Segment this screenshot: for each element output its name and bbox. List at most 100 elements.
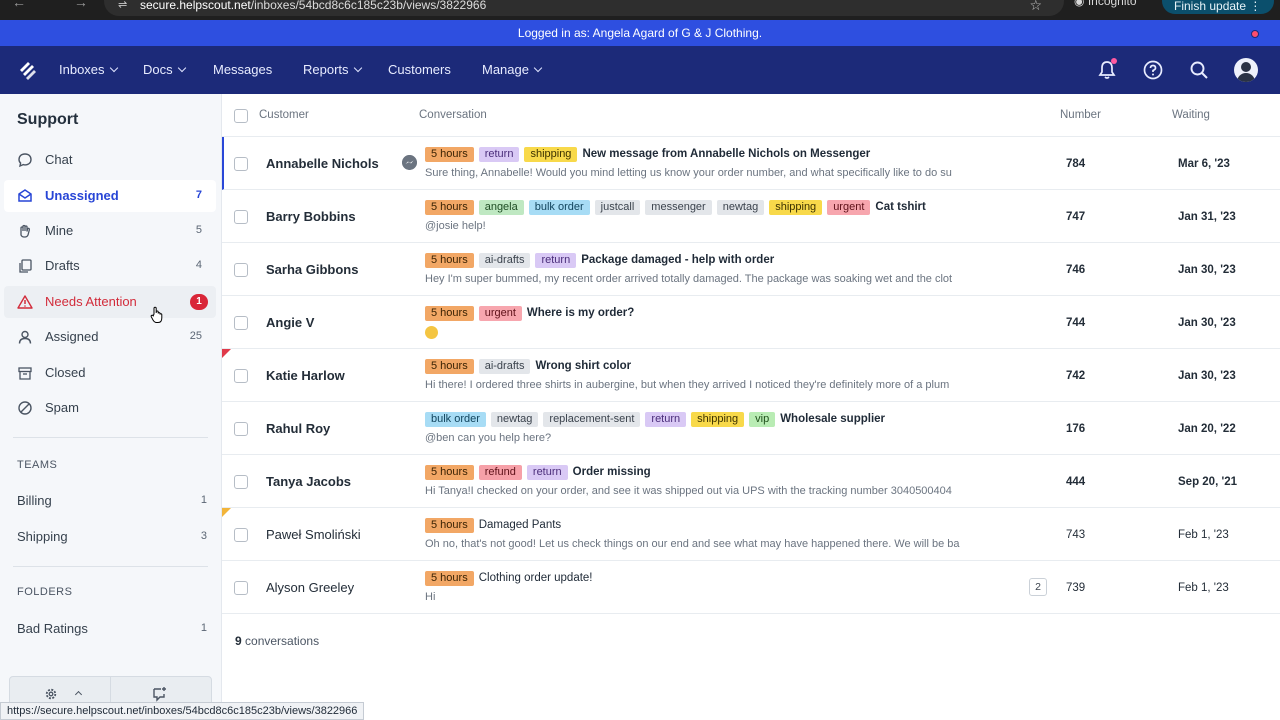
finish-update-button[interactable]: Finish update ⋮: [1162, 0, 1274, 14]
tag-angela[interactable]: angela: [478, 200, 524, 215]
tag-vip[interactable]: vip: [749, 412, 776, 427]
table-row[interactable]: Sarha Gibbons 5 hours ai-drafts return Pack…: [222, 243, 1280, 296]
customer-name: Annabelle Nichols: [266, 156, 379, 171]
nav-inboxes-label: Inboxes: [59, 62, 105, 77]
tag-shipping[interactable]: shipping: [769, 200, 823, 215]
time-tag: 5 hours: [425, 306, 474, 321]
customer-name: Angie V: [266, 315, 315, 330]
sidebar-item-spam[interactable]: Spam: [4, 392, 216, 424]
nav-inboxes[interactable]: Inboxes: [59, 62, 118, 77]
user-avatar[interactable]: [1234, 58, 1258, 82]
customer-name: Tanya Jacobs: [266, 474, 352, 489]
nav-reports[interactable]: Reports: [303, 62, 362, 77]
row-checkbox[interactable]: [234, 475, 248, 489]
messenger-icon: [402, 155, 417, 170]
tag-replacement-sent[interactable]: replacement-sent: [543, 412, 641, 427]
tag-newtag[interactable]: newtag: [716, 200, 765, 215]
tag-bulk-order[interactable]: bulk order: [425, 412, 486, 427]
hand-cursor-icon: [150, 306, 163, 323]
sidebar-item-drafts[interactable]: Drafts 4: [4, 250, 216, 282]
help-icon[interactable]: [1142, 59, 1164, 81]
tag-justcall[interactable]: justcall: [594, 200, 641, 215]
sidebar-item-label: Assigned: [45, 329, 99, 344]
row-checkbox[interactable]: [234, 316, 248, 330]
tag-line: 5 hours ai-drafts Wrong shirt color: [425, 359, 631, 375]
gear-icon[interactable]: [44, 687, 58, 701]
tag-urgent[interactable]: urgent: [478, 306, 522, 321]
column-customer[interactable]: Customer: [259, 109, 309, 121]
table-row[interactable]: Alyson Greeley 5 hours Clothing order upd…: [222, 561, 1280, 614]
select-all-checkbox[interactable]: [234, 109, 248, 123]
nav-docs[interactable]: Docs: [143, 62, 186, 77]
sidebar-item-unassigned[interactable]: Unassigned 7: [4, 180, 216, 212]
sidebar-item-billing[interactable]: Billing 1: [17, 493, 207, 513]
sidebar-item-count: 1: [200, 494, 207, 506]
row-checkbox[interactable]: [234, 263, 248, 277]
sidebar-item-assigned[interactable]: Assigned 25: [4, 321, 216, 353]
new-chat-icon[interactable]: [151, 686, 167, 702]
sidebar-item-closed[interactable]: Closed: [4, 357, 216, 389]
tag-shipping[interactable]: shipping: [691, 412, 745, 427]
tag-return[interactable]: return: [478, 147, 520, 162]
status-bar-url: https://secure.helpscout.net/inboxes/54b…: [0, 702, 365, 720]
tag-return[interactable]: return: [526, 465, 568, 480]
helpscout-logo-icon[interactable]: [18, 60, 38, 80]
table-row[interactable]: Angie V 5 hours urgent Where is my order? …: [222, 296, 1280, 349]
column-waiting[interactable]: Waiting: [1172, 109, 1210, 121]
row-checkbox[interactable]: [234, 157, 248, 171]
mailbox-title[interactable]: Support: [17, 111, 78, 129]
table-row[interactable]: Tanya Jacobs 5 hours refund return Order mi…: [222, 455, 1280, 508]
tag-bulk-order[interactable]: bulk order: [528, 200, 590, 215]
incognito-indicator: ◉ Incognito: [1074, 0, 1137, 8]
customer-name: Barry Bobbins: [266, 209, 356, 224]
waiting-date: Jan 30, '23: [1178, 264, 1236, 276]
alert-count-badge: 1: [190, 294, 208, 310]
tag-newtag[interactable]: newtag: [490, 412, 539, 427]
sidebar-item-chat[interactable]: Chat: [4, 144, 216, 176]
sidebar-item-bad-ratings[interactable]: Bad Ratings 1: [17, 621, 207, 641]
row-checkbox[interactable]: [234, 369, 248, 383]
sidebar-item-shipping[interactable]: Shipping 3: [17, 529, 207, 549]
tag-line: 5 hours angela bulk order justcall messenger…: [425, 200, 926, 216]
tag-shipping[interactable]: shipping: [524, 147, 578, 162]
column-number[interactable]: Number: [1060, 109, 1101, 121]
person-icon: [18, 330, 32, 344]
row-checkbox[interactable]: [234, 581, 248, 595]
row-checkbox[interactable]: [234, 422, 248, 436]
folders-heading: FOLDERS: [17, 586, 73, 598]
row-checkbox[interactable]: [234, 210, 248, 224]
tag-ai-drafts[interactable]: ai-drafts: [478, 253, 531, 268]
url-path: /inboxes/54bcd8c6c185c23b/views/3822966: [250, 0, 487, 12]
waiting-date: Feb 1, '23: [1178, 582, 1229, 594]
site-info-icon[interactable]: ⇌: [118, 0, 127, 11]
conversation-preview: Hi there! I ordered three shirts in aube…: [425, 379, 950, 391]
sidebar-item-count: 25: [189, 330, 202, 342]
address-bar[interactable]: ⇌ secure.helpscout.net/inboxes/54bcd8c6c…: [104, 0, 1064, 16]
table-row[interactable]: Katie Harlow 5 hours ai-drafts Wrong shirt…: [222, 349, 1280, 402]
sidebar-item-mine[interactable]: Mine 5: [4, 215, 216, 247]
tag-line: 5 hours urgent Where is my order?: [425, 306, 634, 322]
nav-manage[interactable]: Manage: [482, 62, 543, 77]
tag-refund[interactable]: refund: [478, 465, 522, 480]
conversation-number: 743: [1066, 529, 1086, 541]
table-row[interactable]: Paweł Smoliński 5 hours Damaged Pants Oh …: [222, 508, 1280, 561]
bookmark-star-icon[interactable]: ☆: [1029, 0, 1042, 14]
sidebar-item-count: 4: [195, 259, 202, 271]
table-row[interactable]: Barry Bobbins 5 hours angela bulk order jus…: [222, 190, 1280, 243]
table-row[interactable]: Annabelle Nichols 5 hours return shipping N…: [222, 137, 1280, 190]
tag-urgent[interactable]: urgent: [827, 200, 871, 215]
search-icon[interactable]: [1188, 59, 1210, 81]
nav-messages[interactable]: Messages: [213, 62, 272, 77]
conversation-number: 747: [1066, 211, 1086, 223]
conversation-subject: Clothing order update!: [478, 572, 593, 584]
sidebar-item-needs-attention[interactable]: Needs Attention 1: [4, 286, 216, 318]
tag-ai-drafts[interactable]: ai-drafts: [478, 359, 531, 374]
row-checkbox[interactable]: [234, 528, 248, 542]
table-row[interactable]: Rahul Roy bulk order newtag replacement-se…: [222, 402, 1280, 455]
tag-return[interactable]: return: [535, 253, 577, 268]
tag-return[interactable]: return: [645, 412, 687, 427]
chevron-up-icon[interactable]: [74, 690, 83, 699]
tag-messenger[interactable]: messenger: [645, 200, 712, 215]
nav-customers[interactable]: Customers: [388, 62, 451, 77]
column-conversation[interactable]: Conversation: [419, 109, 487, 121]
